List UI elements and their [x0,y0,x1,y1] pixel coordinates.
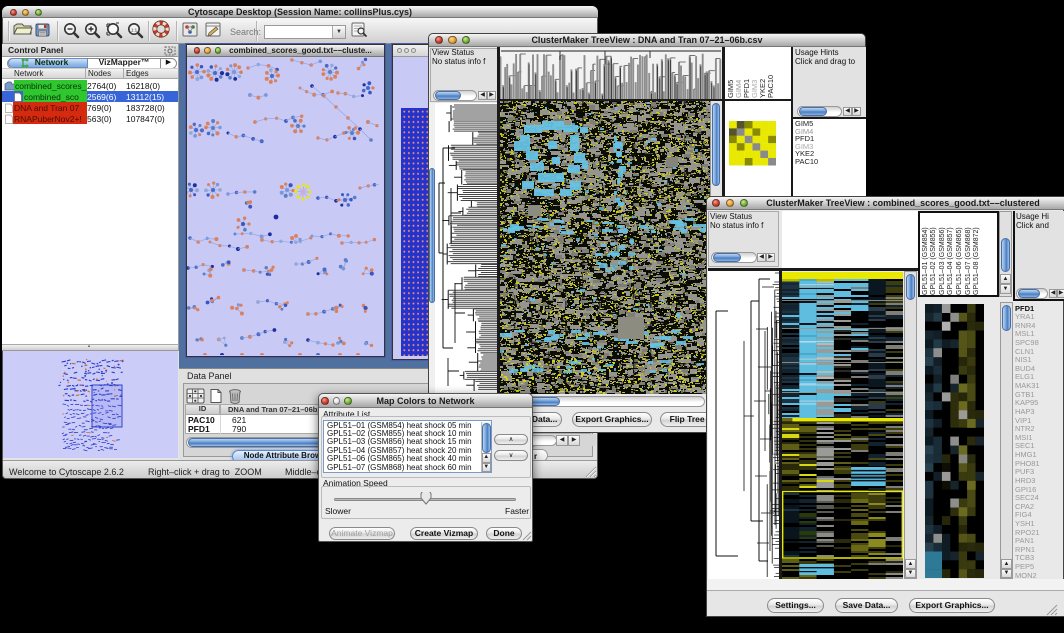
svg-text:1:1: 1:1 [131,27,138,32]
